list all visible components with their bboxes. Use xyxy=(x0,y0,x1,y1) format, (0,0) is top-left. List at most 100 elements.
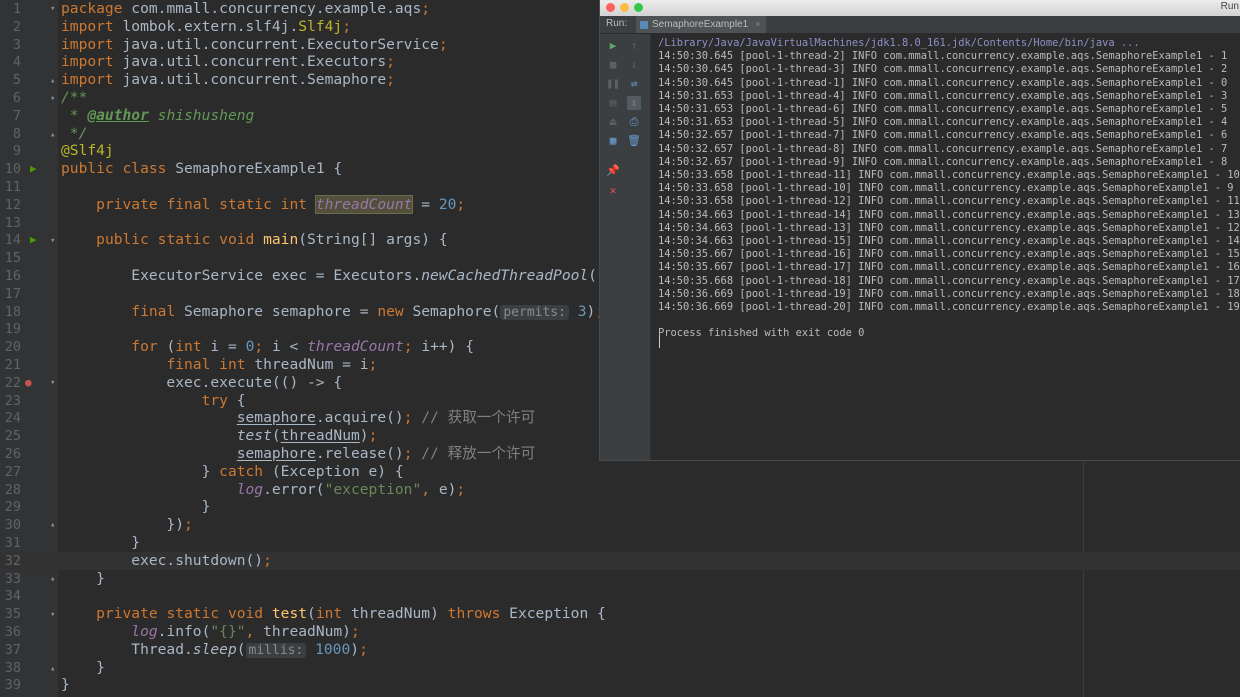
console-line: 14:50:33.658 [pool-1-thread-10] INFO com… xyxy=(658,182,1234,195)
code-token: catch xyxy=(219,462,272,480)
code-token: final xyxy=(131,302,185,320)
code-line[interactable]: 31 } xyxy=(0,534,1240,552)
pin-icon[interactable]: 📌 xyxy=(606,164,620,178)
fold-icon[interactable]: ▾ xyxy=(50,232,55,250)
close-icon[interactable]: ✕ xyxy=(606,184,620,198)
code-token: { xyxy=(236,391,246,409)
code-text: log.info("{}", threadNum); xyxy=(61,623,359,641)
fold-icon[interactable]: ▾ xyxy=(50,0,55,18)
code-line[interactable]: 36 log.info("{}", threadNum); xyxy=(0,623,1240,641)
code-token: ; xyxy=(438,35,448,53)
code-token: /** xyxy=(61,89,88,106)
run-tool-window[interactable]: Run Run: SemaphoreExample1 × ▶ ↑ ■ ↓ ❚❚ … xyxy=(599,0,1240,461)
code-token: threadNum) xyxy=(351,605,448,623)
layout-icon[interactable]: ▦ xyxy=(606,134,620,148)
code-token: ; xyxy=(386,53,395,71)
code-line[interactable]: 35 private static void test(int threadNu… xyxy=(0,605,1240,623)
code-token: i < xyxy=(271,338,308,356)
code-line[interactable]: 27 } catch (Exception e) { xyxy=(0,463,1240,481)
code-token: } xyxy=(61,462,220,480)
code-token: import xyxy=(61,71,123,89)
code-token: ; xyxy=(184,516,193,534)
code-token: (Exception e) { xyxy=(271,462,404,480)
line-number: 5 xyxy=(12,72,21,89)
print-icon[interactable]: ⎙ xyxy=(627,115,641,129)
code-token: ; xyxy=(456,195,466,213)
fold-icon[interactable]: ▾ xyxy=(50,606,55,624)
run-class-icon[interactable]: ▶ xyxy=(30,160,37,178)
line-number: 20 xyxy=(4,339,21,356)
code-token: .acquire() xyxy=(315,409,404,427)
code-token: threadNum) xyxy=(263,623,351,640)
stop-icon[interactable]: ■ xyxy=(606,58,620,72)
fold-icon[interactable]: ▴ xyxy=(50,516,55,534)
window-maximize-button[interactable] xyxy=(634,3,643,12)
breakpoint-icon[interactable]: ● xyxy=(25,374,32,392)
pause-icon[interactable]: ❚❚ xyxy=(606,77,620,91)
code-line[interactable]: 33 } xyxy=(0,570,1240,588)
window-close-button[interactable] xyxy=(606,3,615,12)
exit-icon[interactable]: ⏏ xyxy=(606,115,620,129)
up-arrow-icon[interactable]: ↑ xyxy=(627,39,641,53)
code-line[interactable]: 30 }); xyxy=(0,516,1240,534)
code-token: threadNum xyxy=(280,427,360,445)
code-text: final Semaphore semaphore = new Semaphor… xyxy=(61,303,604,322)
dump-threads-icon[interactable]: ▤ xyxy=(606,96,620,110)
fold-icon[interactable]: ▴ xyxy=(50,72,55,90)
fold-icon[interactable]: ▴ xyxy=(50,660,55,678)
code-token: ; xyxy=(386,71,395,89)
soft-wrap-icon[interactable]: ⇌ xyxy=(627,77,641,91)
code-line[interactable]: 32 exec.shutdown(); xyxy=(0,551,1240,570)
tab-semaphore-example1[interactable]: SemaphoreExample1 × xyxy=(636,16,767,33)
fold-icon[interactable]: ▴ xyxy=(50,126,55,144)
code-token: Semaphore semaphore = xyxy=(184,302,378,320)
run-main-icon[interactable]: ▶ xyxy=(30,231,37,249)
code-line[interactable]: 37 Thread.sleep(millis: 1000); xyxy=(0,641,1240,659)
scroll-to-end-icon[interactable]: ⇩ xyxy=(627,96,641,110)
trash-icon[interactable]: 🗑 xyxy=(627,134,641,148)
code-token: } xyxy=(61,658,105,676)
code-token: // 获取一个许可 xyxy=(421,409,536,427)
code-token: exec.shutdown() xyxy=(61,551,264,569)
code-token: semaphore xyxy=(236,445,316,462)
code-token: 20 xyxy=(438,195,457,213)
console-line: 14:50:34.663 [pool-1-thread-15] INFO com… xyxy=(658,235,1240,247)
console-output[interactable]: /Library/Java/JavaVirtualMachines/jdk1.8… xyxy=(651,34,1240,460)
code-text: public class SemaphoreExample1 { xyxy=(61,160,342,178)
code-text: @Slf4j xyxy=(61,142,114,160)
code-line[interactable]: 38 } xyxy=(0,659,1240,677)
window-titlebar[interactable]: Run xyxy=(600,0,1240,17)
code-token: log xyxy=(236,480,264,498)
code-token: import xyxy=(61,35,123,53)
code-token: ) xyxy=(359,427,369,445)
code-token: java.util.concurrent.Executors xyxy=(122,53,387,71)
code-line[interactable]: 29 } xyxy=(0,498,1240,516)
code-token: private final static int xyxy=(96,195,316,213)
line-number: 14 xyxy=(4,232,21,249)
code-line[interactable]: 39} xyxy=(0,676,1240,694)
line-number: 29 xyxy=(4,499,21,516)
code-text: /** xyxy=(61,89,87,107)
line-number: 36 xyxy=(4,624,21,640)
run-label: Run: xyxy=(606,18,628,29)
down-arrow-icon[interactable]: ↓ xyxy=(627,58,641,72)
fold-icon[interactable]: ▾ xyxy=(50,90,55,108)
code-line[interactable]: 34 xyxy=(0,587,1240,605)
line-number: 23 xyxy=(4,392,21,409)
console-line: 14:50:32.657 [pool-1-thread-9] INFO com.… xyxy=(658,155,1228,168)
code-token: ; xyxy=(368,427,378,445)
fold-icon[interactable]: ▴ xyxy=(50,570,55,588)
window-minimize-button[interactable] xyxy=(620,3,629,12)
code-line[interactable]: 28 log.error("exception", e); xyxy=(0,481,1240,499)
code-text: log.error("exception", e); xyxy=(61,481,465,499)
fold-icon[interactable]: ▾ xyxy=(50,374,55,392)
rerun-icon[interactable]: ▶ xyxy=(606,39,620,53)
code-token: SemaphoreExample1 { xyxy=(175,160,343,178)
line-number: 2 xyxy=(12,18,21,35)
tab-close-icon[interactable]: × xyxy=(755,16,760,33)
